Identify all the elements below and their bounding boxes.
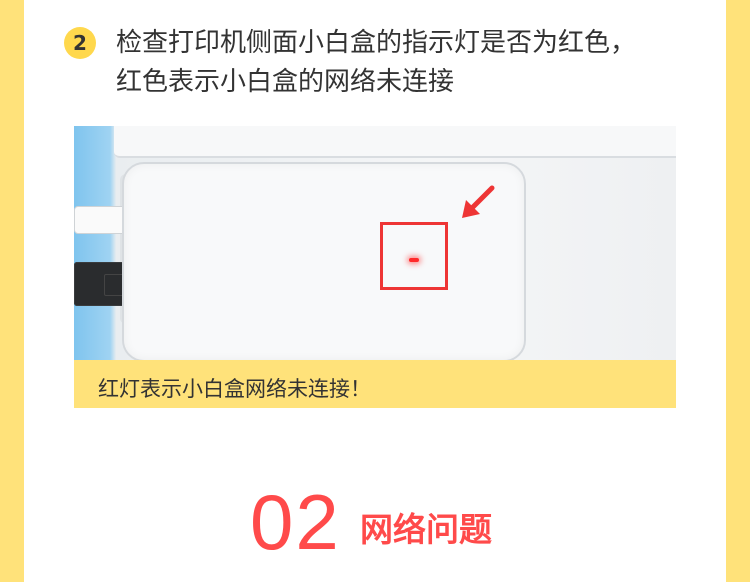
- instruction-line-1: 检查打印机侧面小白盒的指示灯是否为红色，: [116, 28, 637, 58]
- instruction-line-2: 红色表示小白盒的网络未连接: [116, 67, 455, 97]
- step-instruction: 检查打印机侧面小白盒的指示灯是否为红色， 红色表示小白盒的网络未连接: [116, 24, 676, 102]
- section-number: 02: [250, 478, 341, 566]
- printer-top-edge: [114, 126, 676, 158]
- led-highlight-box: [380, 222, 448, 290]
- photo-caption: 红灯表示小白盒网络未连接！: [98, 377, 371, 401]
- pointer-arrow-icon: [462, 185, 495, 218]
- printer-side-photo: [74, 126, 676, 360]
- red-indicator-led: [409, 258, 419, 262]
- section-title: 网络问题: [360, 510, 492, 549]
- step-number-badge: 2: [64, 27, 96, 59]
